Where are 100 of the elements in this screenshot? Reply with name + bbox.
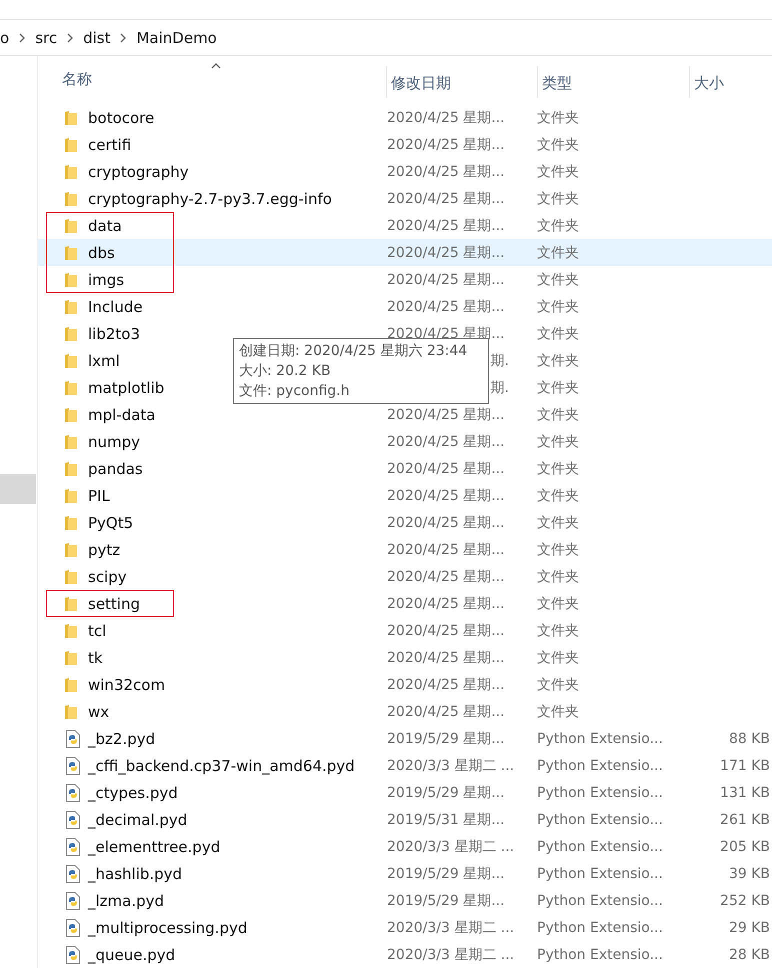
- file-type: Python Extensio...: [537, 730, 664, 746]
- folder-icon: [64, 352, 78, 368]
- column-header[interactable]: 名称: [62, 70, 92, 89]
- folder-icon: [64, 434, 78, 450]
- file-name[interactable]: botocore: [88, 108, 154, 126]
- file-type: 文件夹: [537, 298, 580, 316]
- folder-icon: [64, 218, 78, 234]
- file-name[interactable]: wx: [88, 702, 110, 720]
- file-type: Python Extensio...: [537, 784, 664, 800]
- file-name[interactable]: tcl: [88, 622, 106, 640]
- file-size: 131 KB: [719, 784, 771, 800]
- breadcrumb-item[interactable]: dist: [83, 29, 110, 47]
- folder-icon: [64, 164, 78, 180]
- file-type: 文件夹: [537, 702, 580, 720]
- modified-date: 2019/5/29 星期...: [387, 892, 506, 910]
- modified-date: 2020/3/3 星期二 ...: [387, 838, 516, 856]
- folder-icon: [64, 622, 78, 638]
- file-name[interactable]: win32com: [88, 676, 166, 694]
- modified-date: 2020/4/25 星期...: [387, 486, 506, 504]
- file-name[interactable]: Include: [88, 298, 143, 316]
- column-header[interactable]: 类型: [542, 74, 572, 93]
- modified-date: 2020/4/25 星期...: [387, 622, 506, 640]
- modified-date: 2020/4/25 星期...: [387, 162, 506, 180]
- file-name[interactable]: _cffi_backend.cp37-win_amd64.pyd: [88, 756, 355, 774]
- file-size: 28 KB: [728, 946, 771, 962]
- file-type: 文件夹: [537, 648, 580, 666]
- file-name[interactable]: lxml: [88, 352, 120, 370]
- tooltip-text: 大小: 20.2 KB: [239, 362, 332, 381]
- file-type: 文件夹: [537, 352, 580, 370]
- file-name[interactable]: _decimal.pyd: [88, 810, 188, 828]
- file-name[interactable]: _lzma.pyd: [88, 892, 164, 910]
- file-name[interactable]: setting: [88, 594, 140, 612]
- file-name[interactable]: imgs: [88, 270, 124, 288]
- file-size: 205 KB: [719, 838, 771, 854]
- file-name[interactable]: cryptography: [88, 162, 189, 180]
- folder-icon: [64, 380, 78, 396]
- modified-date: 2019/5/29 星期...: [387, 784, 506, 802]
- file-size: 171 KB: [719, 758, 771, 774]
- file-name[interactable]: data: [88, 216, 122, 234]
- file-type: 文件夹: [537, 406, 580, 424]
- file-type: 文件夹: [537, 216, 580, 234]
- file-name[interactable]: dbs: [88, 244, 115, 262]
- file-type: 文件夹: [537, 190, 580, 208]
- file-name[interactable]: scipy: [88, 568, 127, 586]
- folder-icon: [64, 650, 78, 666]
- file-name[interactable]: mpl-data: [88, 406, 156, 424]
- file-type: 文件夹: [537, 324, 580, 342]
- chevron-right-icon: [19, 33, 26, 43]
- file-name[interactable]: _queue.pyd: [88, 946, 176, 964]
- python-file-icon: [66, 756, 80, 774]
- file-name[interactable]: numpy: [88, 432, 140, 450]
- file-name[interactable]: PyQt5: [88, 514, 134, 532]
- file-type: 文件夹: [537, 514, 580, 532]
- modified-date: 2020/4/25 星期...: [387, 514, 506, 532]
- file-name[interactable]: PIL: [88, 486, 110, 504]
- file-name[interactable]: _elementtree.pyd: [88, 838, 220, 856]
- python-file-icon: [66, 892, 80, 910]
- modified-date: 2019/5/31 星期...: [387, 810, 506, 828]
- folder-icon: [64, 136, 78, 152]
- folder-icon: [64, 298, 78, 314]
- chevron-right-icon: [120, 33, 126, 43]
- file-type: 文件夹: [537, 540, 580, 558]
- file-type: 文件夹: [537, 244, 580, 262]
- file-type: Python Extensio...: [537, 838, 664, 854]
- file-size: 29 KB: [728, 920, 771, 936]
- file-name[interactable]: matplotlib: [88, 378, 164, 396]
- modified-date: 2019/5/29 星期...: [387, 864, 506, 882]
- file-name[interactable]: cryptography-2.7-py3.7.egg-info: [88, 190, 332, 208]
- modified-date: 2020/3/3 星期二 ...: [387, 946, 516, 964]
- file-name[interactable]: lib2to3: [88, 324, 140, 342]
- modified-date: 2020/4/25 星期...: [387, 432, 506, 450]
- file-row[interactable]: dbs 2020/4/25 星期... 文件夹: [38, 239, 772, 266]
- column-header[interactable]: 大小: [694, 74, 724, 93]
- file-name[interactable]: tk: [88, 648, 103, 666]
- breadcrumb-item[interactable]: MainDemo: [136, 29, 217, 47]
- folder-icon: [64, 190, 78, 206]
- file-type: Python Extensio...: [537, 758, 664, 774]
- file-name[interactable]: _hashlib.pyd: [88, 864, 182, 882]
- python-file-icon: [66, 864, 80, 882]
- file-name[interactable]: certifi: [88, 136, 132, 154]
- modified-date: 2020/4/25 星期...: [387, 216, 506, 234]
- breadcrumb-item[interactable]: o: [0, 29, 10, 47]
- python-file-icon: [66, 838, 80, 856]
- breadcrumb-item[interactable]: src: [35, 29, 58, 47]
- folder-icon: [64, 488, 78, 504]
- file-type: 文件夹: [537, 622, 580, 640]
- file-name[interactable]: _bz2.pyd: [88, 730, 156, 748]
- modified-date: 期.: [490, 352, 510, 370]
- column-header[interactable]: 修改日期: [391, 74, 451, 93]
- file-name[interactable]: _multiprocessing.pyd: [88, 918, 248, 936]
- tooltip-text: 文件: pyconfig.h: [239, 382, 351, 401]
- python-file-icon: [66, 918, 80, 936]
- file-name[interactable]: pandas: [88, 460, 143, 478]
- file-name[interactable]: pytz: [88, 540, 120, 558]
- folder-icon: [64, 326, 78, 342]
- file-type: Python Extensio...: [537, 946, 664, 962]
- modified-date: 2020/4/25 星期...: [387, 406, 506, 424]
- modified-date: 2020/4/25 星期...: [387, 298, 506, 316]
- file-name[interactable]: _ctypes.pyd: [88, 784, 178, 802]
- file-type: 文件夹: [537, 432, 580, 450]
